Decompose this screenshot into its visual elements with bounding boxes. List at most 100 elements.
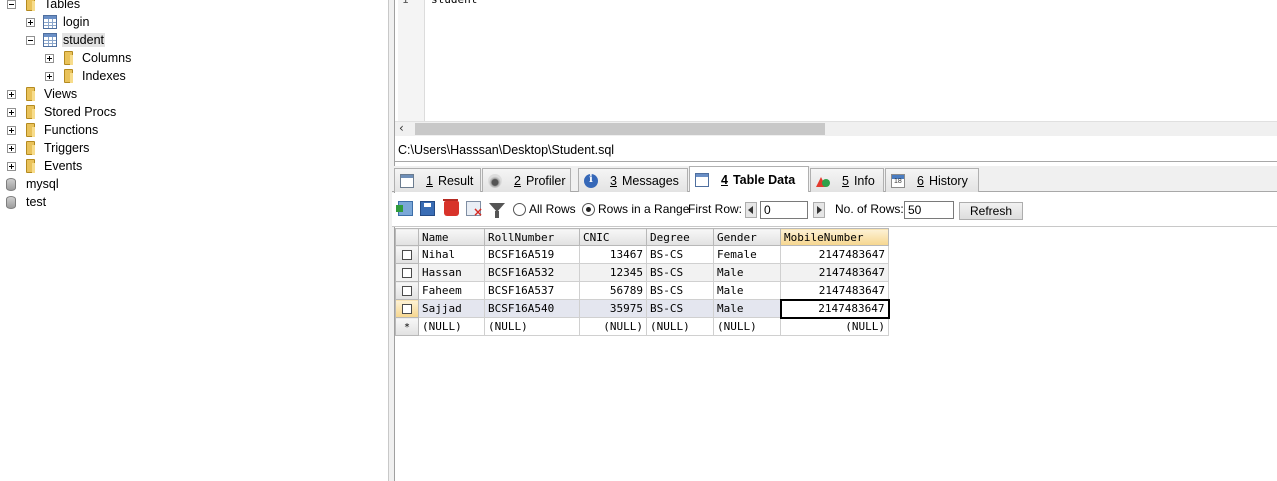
expand-icon[interactable] [45, 53, 54, 63]
expand-icon[interactable] [7, 107, 16, 117]
checkbox[interactable] [402, 250, 412, 260]
tree-node-events[interactable]: Events [7, 157, 83, 175]
tree-node-functions[interactable]: Functions [7, 121, 99, 139]
first-row-decrement[interactable] [745, 202, 757, 218]
cell[interactable]: 2147483647 [780, 263, 889, 282]
cell[interactable]: (NULL) [579, 317, 647, 336]
checkbox[interactable] [402, 268, 412, 278]
scrollbar-thumb[interactable] [415, 123, 825, 135]
column-header[interactable]: MobileNumber [780, 228, 889, 246]
column-header[interactable]: Gender [713, 228, 781, 246]
cell[interactable]: 2147483647 [780, 245, 889, 264]
cell[interactable]: 2147483647 [780, 281, 889, 300]
cell[interactable]: (NULL) [418, 317, 485, 336]
tab-messages[interactable]: 3 Messages [578, 168, 688, 192]
tab-profiler[interactable]: 2 Profiler [482, 168, 571, 192]
query-editor[interactable]: 1 student [395, 0, 1277, 122]
tree-node-stored-procs[interactable]: Stored Procs [7, 103, 117, 121]
tab-info[interactable]: 5 Info [810, 168, 884, 192]
cell[interactable]: (NULL) [780, 317, 889, 336]
tab-table-data[interactable]: 4 Table Data [689, 166, 809, 192]
tree-node-tables[interactable]: Tables [7, 0, 81, 13]
tab-result[interactable]: 1 Result [394, 168, 481, 192]
cell[interactable]: Sajjad [418, 299, 485, 318]
active-cell[interactable]: 2147483647 [779, 298, 890, 319]
checkbox[interactable] [402, 304, 412, 314]
cell[interactable]: Female [713, 245, 781, 264]
new-row[interactable]: * (NULL) (NULL) (NULL) (NULL) (NULL) (NU… [395, 317, 889, 336]
cell[interactable]: BS-CS [646, 245, 714, 264]
table-row[interactable]: Faheem BCSF16A537 56789 BS-CS Male 21474… [395, 281, 889, 300]
cell[interactable]: Faheem [418, 281, 485, 300]
expand-icon[interactable] [26, 17, 35, 27]
table-row[interactable]: Nihal BCSF16A519 13467 BS-CS Female 2147… [395, 245, 889, 264]
cell[interactable]: BS-CS [646, 299, 714, 318]
cell[interactable]: 13467 [579, 245, 647, 264]
expand-icon[interactable] [7, 143, 16, 153]
tree-node-label: Tables [44, 0, 81, 11]
collapse-icon[interactable] [7, 0, 16, 9]
first-row-input[interactable] [760, 201, 808, 219]
rows-in-range-label: Rows in a Range [598, 202, 690, 216]
rows-in-range-radio[interactable] [582, 203, 595, 216]
row-select-checkbox[interactable] [395, 299, 419, 318]
tree-node-indexes[interactable]: Indexes [45, 67, 127, 85]
column-header[interactable]: Degree [646, 228, 714, 246]
cell[interactable]: 56789 [579, 281, 647, 300]
delete-row-icon[interactable] [443, 199, 459, 216]
expand-icon[interactable] [45, 71, 54, 81]
tree-node-login[interactable]: login [26, 13, 90, 31]
all-rows-radio[interactable] [513, 203, 526, 216]
refresh-button[interactable]: Refresh [959, 202, 1023, 220]
cancel-changes-icon[interactable] [466, 201, 483, 219]
checkbox[interactable] [402, 286, 412, 296]
tree-node-triggers[interactable]: Triggers [7, 139, 90, 157]
cell[interactable]: BCSF16A537 [484, 281, 580, 300]
tree-node-views[interactable]: Views [7, 85, 78, 103]
filter-icon[interactable] [489, 203, 505, 218]
column-header[interactable]: CNIC [579, 228, 647, 246]
cell[interactable]: Male [713, 281, 781, 300]
insert-row-icon[interactable] [396, 201, 413, 216]
cell[interactable]: (NULL) [713, 317, 781, 336]
cell[interactable]: 12345 [579, 263, 647, 282]
cell[interactable]: 35975 [579, 299, 647, 318]
row-header-corner[interactable] [395, 228, 419, 246]
tree-node-label: Indexes [82, 69, 126, 83]
cell[interactable]: BCSF16A532 [484, 263, 580, 282]
panel-splitter[interactable] [388, 0, 395, 481]
scroll-left-icon[interactable]: ‹ [399, 121, 404, 135]
first-row-increment[interactable] [813, 202, 825, 218]
table-row-selected[interactable]: Sajjad BCSF16A540 35975 BS-CS Male 21474… [395, 298, 890, 319]
tab-history[interactable]: 6 History [885, 168, 979, 192]
cell[interactable]: Nihal [418, 245, 485, 264]
expand-icon[interactable] [7, 161, 16, 171]
cell[interactable]: BCSF16A540 [484, 299, 580, 318]
editor-horizontal-scrollbar[interactable]: ‹ [395, 121, 1277, 136]
code-line[interactable]: student [431, 0, 477, 6]
tree-node-columns[interactable]: Columns [45, 49, 132, 67]
collapse-icon[interactable] [26, 35, 35, 45]
cell[interactable]: BS-CS [646, 263, 714, 282]
cell[interactable]: Male [713, 299, 781, 318]
cell[interactable]: Hassan [418, 263, 485, 282]
tree-node-mysql[interactable]: mysql [3, 175, 60, 193]
row-select-checkbox[interactable] [395, 263, 419, 282]
cell[interactable]: BCSF16A519 [484, 245, 580, 264]
column-header[interactable]: Name [418, 228, 485, 246]
tree-node-student[interactable]: student [26, 31, 106, 49]
cell[interactable]: Male [713, 263, 781, 282]
row-select-checkbox[interactable] [395, 245, 419, 264]
table-row[interactable]: Hassan BCSF16A532 12345 BS-CS Male 21474… [395, 263, 889, 282]
expand-icon[interactable] [7, 125, 16, 135]
expand-icon[interactable] [7, 89, 16, 99]
num-rows-input[interactable] [904, 201, 954, 219]
cell[interactable]: (NULL) [484, 317, 580, 336]
row-select-checkbox[interactable] [395, 281, 419, 300]
result-icon [400, 173, 414, 188]
column-header[interactable]: RollNumber [484, 228, 580, 246]
cell[interactable]: BS-CS [646, 281, 714, 300]
cell[interactable]: (NULL) [646, 317, 714, 336]
tree-node-test[interactable]: test [3, 193, 47, 211]
save-icon[interactable] [420, 201, 435, 216]
